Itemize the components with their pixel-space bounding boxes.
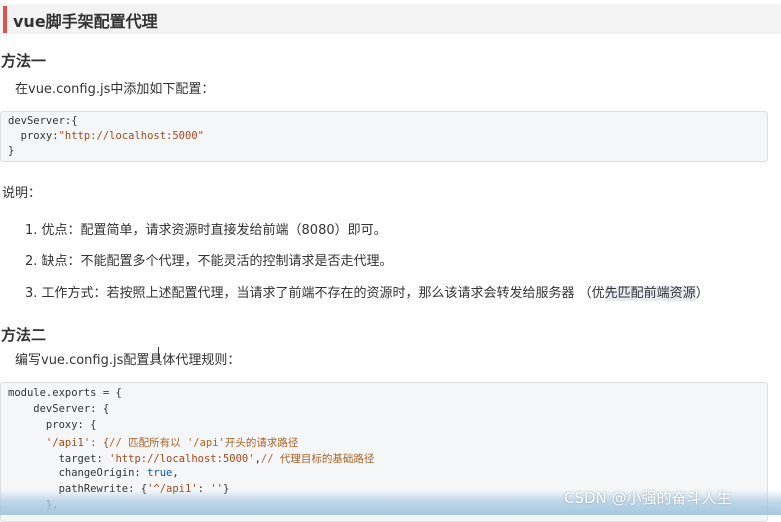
code-token: target: — [8, 453, 110, 465]
text-cursor-icon — [158, 347, 159, 360]
list-item: 2. 缺点：不能配置多个代理，不能灵活的控制请求是否走代理。 — [25, 254, 393, 269]
code-line: '/api1': {// 匹配所有以 '/api'开头的请求路径 — [8, 435, 298, 450]
code-line: target: 'http://localhost:5000',// 代理目标的… — [8, 451, 375, 466]
code-keyword: true — [147, 467, 173, 479]
list-item-text: ） — [695, 286, 709, 301]
code-token: proxy: — [8, 130, 59, 142]
method1-intro: 在vue.config.js中添加如下配置： — [15, 82, 215, 97]
list-item-text: 3. 工作方式：若按照上述配置代理，当请求了前端不存在的资源时，那么该请求会转发… — [25, 286, 605, 301]
method1-code-block[interactable]: devServer:{ proxy:"http://localhost:5000… — [0, 111, 768, 162]
code-string: 'http://localhost:5000' — [109, 453, 255, 465]
method1-heading: 方法一 — [1, 52, 47, 70]
title-accent-bar — [3, 6, 7, 33]
code-line: devServer:{ — [8, 115, 78, 127]
explain-label: 说明： — [2, 186, 42, 201]
code-line: devServer: { — [8, 403, 110, 415]
highlighted-text: 先匹配前端资源 — [604, 286, 696, 301]
code-string: "http://localhost:5000" — [58, 130, 204, 142]
code-line: changeOrigin: true, — [8, 467, 179, 479]
list-item: 1. 优点：配置简单，请求资源时直接发给前端（8080）即可。 — [25, 223, 387, 238]
code-line: proxy: { — [8, 419, 97, 431]
method2-heading: 方法二 — [1, 326, 47, 344]
page-title: vue脚手架配置代理 — [13, 12, 158, 31]
code-line: } — [8, 145, 15, 157]
code-token: , — [172, 467, 179, 479]
list-item: 3. 工作方式：若按照上述配置代理，当请求了前端不存在的资源时，那么该请求会转发… — [25, 282, 709, 301]
code-comment: // 匹配所有以 '/api'开头的请求路径 — [109, 437, 299, 449]
csdn-watermark: CSDN @小强的奋斗人生 — [564, 489, 732, 507]
method2-intro: 编写vue.config.js配置具体代理规则： — [15, 353, 241, 368]
code-comment: // 代理目标的基础路径 — [260, 453, 375, 465]
code-token: changeOrigin: — [8, 467, 148, 479]
code-line: module.exports = { — [8, 387, 122, 399]
code-string: '/api1': { — [8, 437, 110, 449]
code-line: proxy:"http://localhost:5000" — [8, 130, 204, 142]
